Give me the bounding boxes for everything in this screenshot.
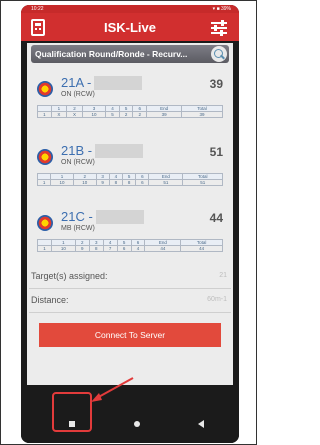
distance-row: Distance: 60m-1 [29, 289, 231, 313]
connect-to-server-button[interactable]: Connect To Server [39, 323, 221, 347]
distance-label: Distance: [31, 295, 69, 305]
tune-icon[interactable] [211, 20, 227, 36]
score-table: 1 2 3 4 5 6 End Total 1 10 9 8 7 6 4 44 44 [37, 239, 223, 252]
archer-name: 21C - [61, 209, 144, 224]
targets-assigned-value: 21 [219, 272, 227, 279]
score-table: 1 2 3 4 5 6 End Total 1 X X 10 5 2 2 39 39 [37, 105, 223, 118]
archer-category: ON (RCW) [61, 91, 95, 98]
highlight-annotation [52, 392, 92, 432]
main-content: Qualification Round/Ronde - Recurv... 21… [27, 43, 233, 385]
redacted-name [94, 76, 143, 90]
status-battery: ▾ ■ 39% [212, 6, 231, 12]
archer-total: 51 [209, 145, 223, 159]
archer-category: MB (RCW) [61, 225, 95, 232]
archer-total: 39 [209, 77, 223, 91]
archer-category: ON (RCW) [61, 159, 95, 166]
archer-name: 21A - [61, 75, 143, 90]
target-icon [37, 81, 53, 97]
screenshot-frame: 10:22 ▾ ■ 39% ISK-Live Qualification Rou… [0, 0, 257, 445]
arrow-annotation [91, 377, 134, 402]
round-selector[interactable]: Qualification Round/Ronde - Recurv... [31, 45, 229, 63]
status-bar: 10:22 ▾ ■ 39% [21, 5, 239, 13]
archer-card[interactable]: 21C - MB (RCW) 44 1 2 3 4 5 6 End Total 1 10 9 8 7 6… [31, 201, 229, 263]
round-label: Qualification Round/Ronde - Recurv... [35, 49, 188, 59]
app-bar: ISK-Live [21, 13, 239, 41]
targets-assigned-label: Target(s) assigned: [31, 271, 108, 281]
archer-card[interactable]: 21B - ON (RCW) 51 1 2 3 4 5 6 End Total 1 10 10 9 8… [31, 135, 229, 195]
home-icon[interactable] [134, 421, 140, 427]
distance-value: 60m-1 [207, 296, 227, 303]
archer-card[interactable]: 21A - ON (RCW) 39 1 2 3 4 5 6 End Total 1 X X 10 5 2… [31, 67, 229, 127]
archer-name: 21B - [61, 143, 144, 158]
target-icon [37, 149, 53, 165]
archer-total: 44 [209, 211, 223, 225]
redacted-name [95, 144, 144, 158]
back-icon[interactable] [198, 420, 204, 428]
target-icon [37, 215, 53, 231]
redacted-name [95, 210, 144, 224]
search-icon[interactable] [211, 46, 227, 62]
app-title: ISK-Live [103, 20, 156, 35]
score-table: 1 2 3 4 5 6 End Total 1 10 10 9 8 8 6 51 51 [36, 173, 223, 186]
targets-assigned-row: Target(s) assigned: 21 [29, 265, 231, 289]
status-time: 10:22 [31, 6, 44, 12]
